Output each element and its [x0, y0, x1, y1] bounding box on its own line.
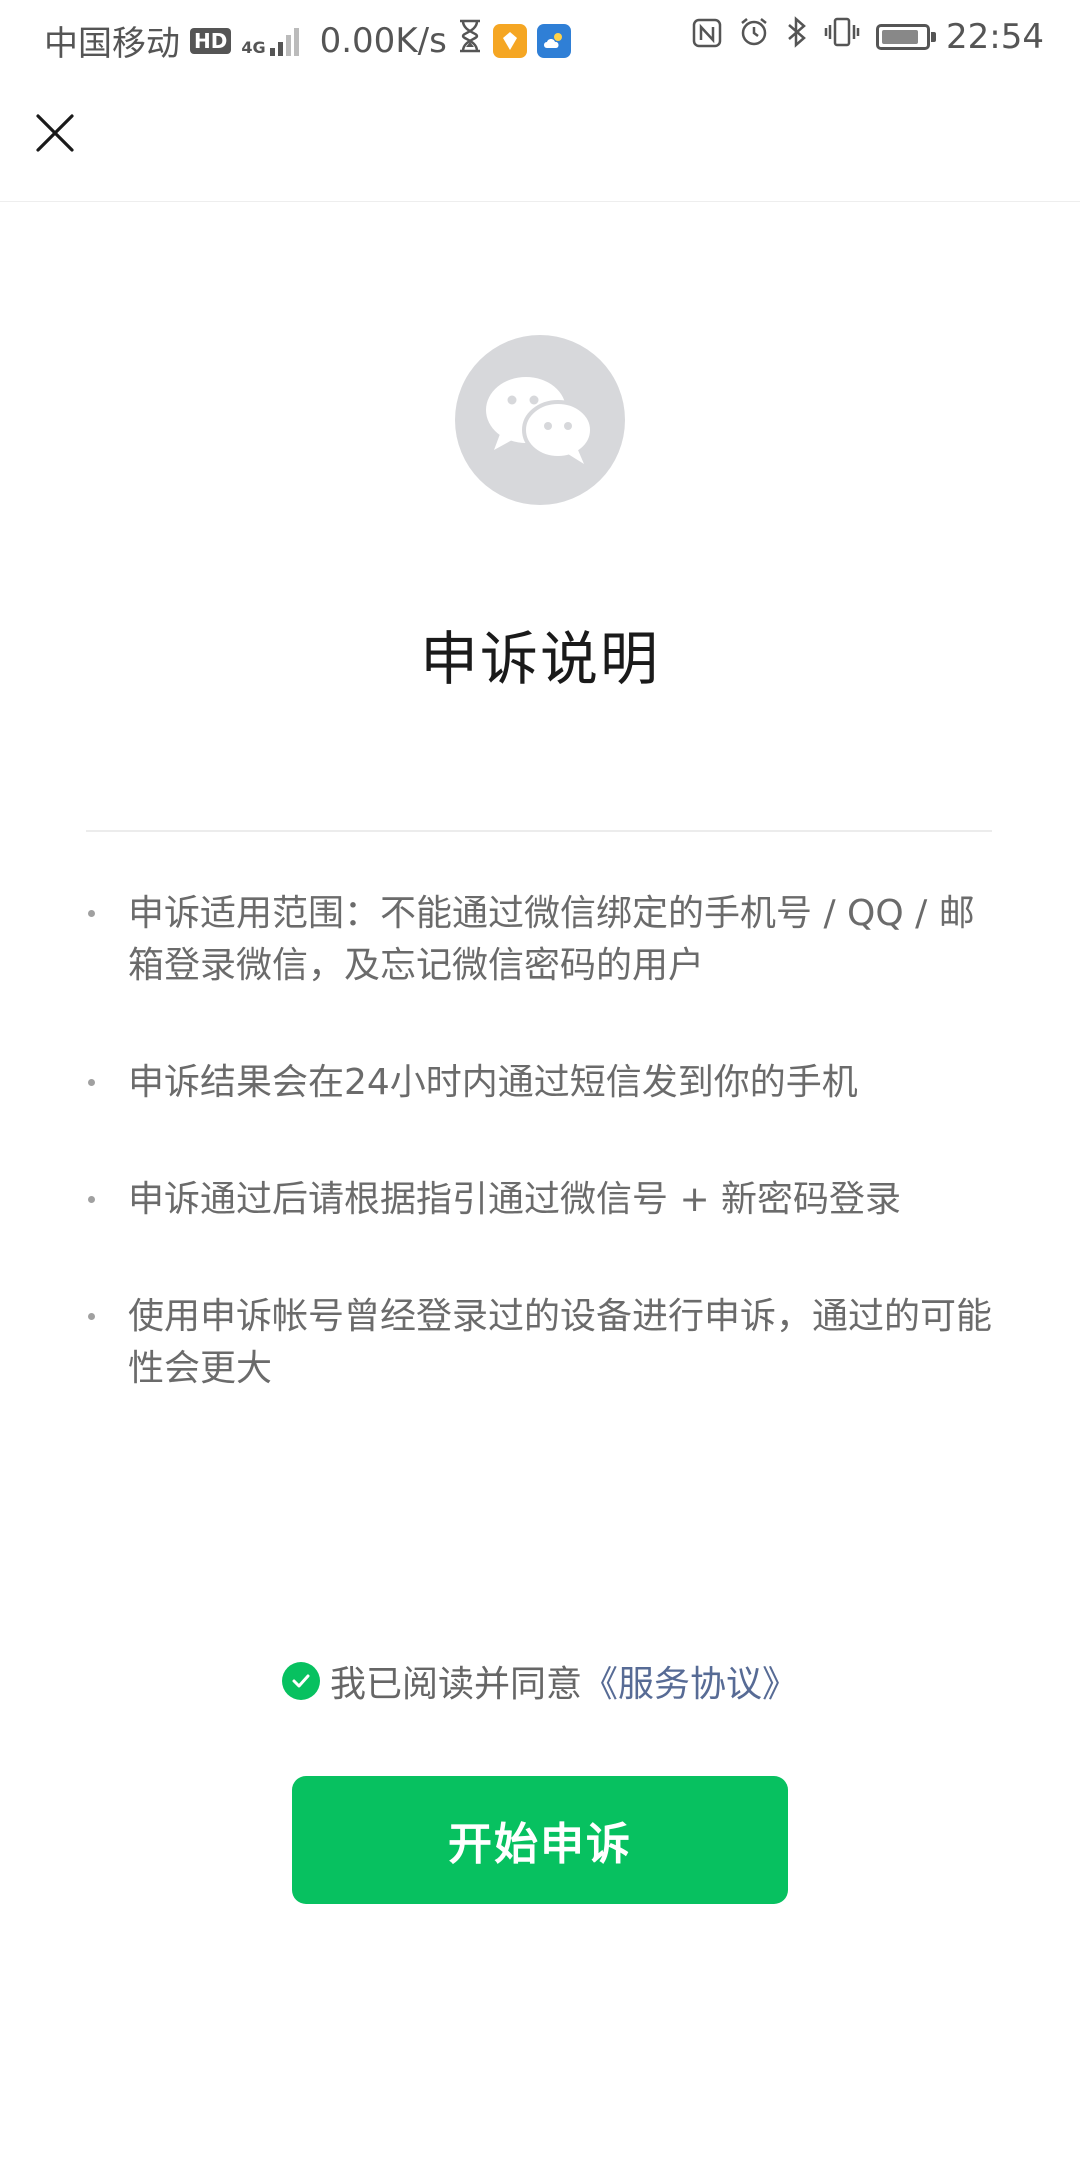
- bluetooth-icon: [786, 16, 808, 57]
- status-bar-left: 中国移动 HD 4G 0.00K/s: [44, 16, 571, 65]
- list-item: 申诉适用范围：不能通过微信绑定的手机号 / QQ / 邮箱登录微信，及忘记微信密…: [86, 888, 992, 992]
- battery-icon: [876, 23, 937, 50]
- wechat-logo-icon: [455, 335, 625, 505]
- close-icon: [36, 114, 74, 152]
- weather-icon: [536, 23, 571, 58]
- carrier-name: 中国移动: [44, 24, 180, 64]
- appeal-instructions-screen: 中国移动 HD 4G 0.00K/s 22:54 申诉说明 申诉适用范围：不能通…: [0, 0, 1080, 2160]
- start-appeal-button[interactable]: 开始申诉: [292, 1776, 788, 1904]
- list-item: 申诉通过后请根据指引通过微信号 + 新密码登录: [86, 1174, 992, 1226]
- agreement-text: 我已阅读并同意: [329, 1664, 582, 1705]
- list-item: 使用申诉帐号曾经登录过的设备进行申诉，通过的可能性会更大: [86, 1291, 992, 1395]
- nav-bar: [0, 74, 1080, 202]
- hourglass-icon: [457, 19, 483, 62]
- network-speed: 0.00K/s: [319, 20, 447, 61]
- checkmark-icon: [292, 1674, 310, 1688]
- appeal-notes-list: 申诉适用范围：不能通过微信绑定的手机号 / QQ / 邮箱登录微信，及忘记微信密…: [86, 888, 992, 1460]
- list-item: 申诉结果会在24小时内通过短信发到你的手机: [86, 1057, 992, 1109]
- divider: [86, 830, 992, 832]
- alarm-icon: [738, 16, 770, 57]
- agreement-checkbox[interactable]: [281, 1662, 320, 1700]
- service-agreement-link[interactable]: 《服务协议》: [582, 1655, 798, 1707]
- nfc-icon: [692, 17, 722, 57]
- status-bar: 中国移动 HD 4G 0.00K/s 22:54: [0, 0, 1080, 74]
- close-button[interactable]: [22, 100, 88, 166]
- signal-icon: 4G: [241, 26, 301, 56]
- status-bar-right: 22:54: [692, 16, 1044, 57]
- hd-icon: HD: [190, 27, 232, 54]
- network-type: 4G: [241, 37, 266, 57]
- clock: 22:54: [946, 16, 1044, 57]
- agreement-row: 我已阅读并同意 《服务协议》: [0, 1655, 1080, 1707]
- app-notification-icon: [492, 23, 527, 58]
- vibrate-icon: [824, 16, 860, 57]
- page-title: 申诉说明: [419, 625, 660, 693]
